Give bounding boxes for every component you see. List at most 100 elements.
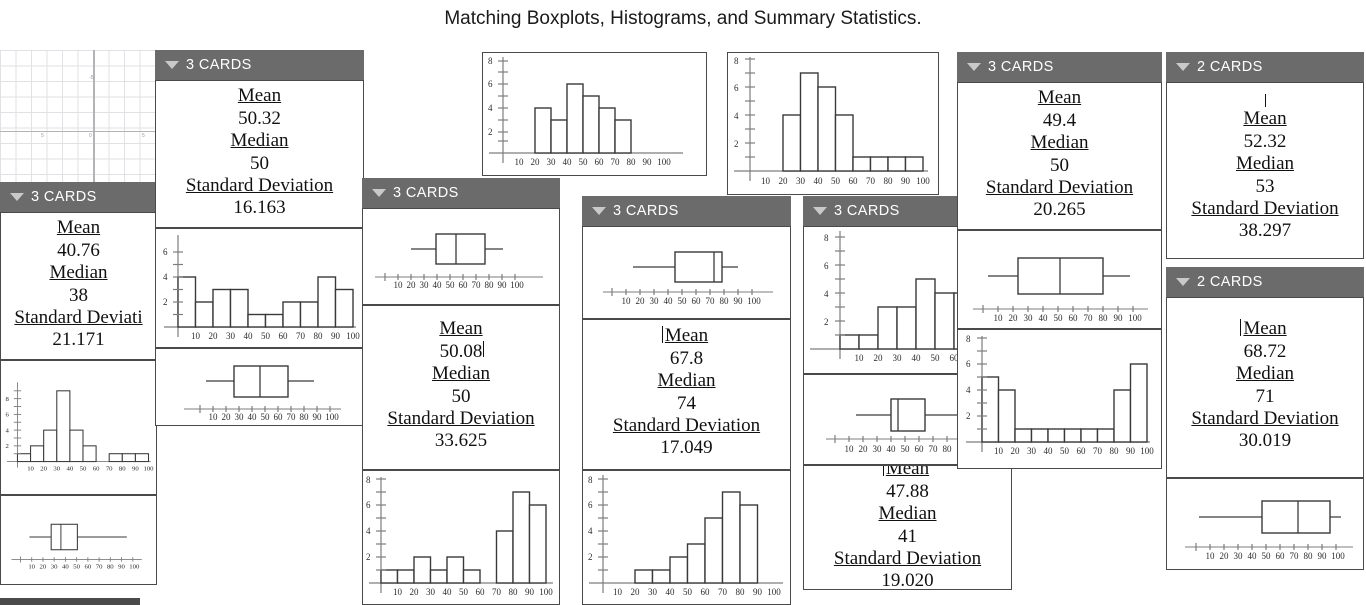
median-value: 50	[451, 385, 471, 407]
card-stack-h-header[interactable]: 2 CARDS	[1166, 267, 1364, 297]
svg-text:70: 70	[296, 331, 306, 341]
summary-stats-card-g[interactable]: Mean 52.32 Median 53 Standard Deviation …	[1166, 82, 1364, 259]
svg-text:8: 8	[824, 233, 829, 243]
chevron-down-icon[interactable]	[967, 63, 981, 71]
histogram-card-b[interactable]: 2 4 6 10 20 30 40 50 60 70 80 90 100	[155, 228, 364, 348]
svg-text:60: 60	[1276, 551, 1286, 561]
svg-text:80: 80	[509, 587, 519, 597]
svg-text:80: 80	[736, 587, 746, 597]
svg-text:4: 4	[488, 103, 493, 113]
chevron-down-icon[interactable]	[1176, 278, 1190, 286]
boxplot-card-a[interactable]: 10 20 30 40 50 60 70 80 90 100	[0, 495, 157, 585]
summary-stats-card-f[interactable]: Mean 49.4 Median 50 Standard Deviation 2…	[957, 82, 1162, 230]
boxplot-card-h[interactable]: 10 20 30 40 50 60 70 80 90 100	[1166, 478, 1364, 570]
summary-stats-card-b[interactable]: Mean 50.32 Median 50 Standard Deviation …	[155, 80, 364, 228]
mean-value: 49.4	[1042, 109, 1077, 131]
card-stack-a[interactable]: 3 CARDS Mean 40.76 Median 38 Standard De…	[0, 182, 157, 585]
chevron-down-icon[interactable]	[165, 61, 179, 69]
svg-text:8: 8	[488, 56, 493, 66]
svg-text:70: 70	[492, 587, 502, 597]
boxplot-card-c[interactable]: 10 20 30 40 50 60 70 80 90 100	[362, 208, 560, 305]
chevron-down-icon[interactable]	[1176, 63, 1190, 71]
card-stack-b-header[interactable]: 3 CARDS	[155, 50, 364, 80]
svg-text:4: 4	[5, 427, 9, 434]
boxplot-card-b[interactable]: 10 20 30 40 50 60 70 80 90 100	[155, 348, 364, 426]
svg-text:20: 20	[40, 563, 47, 570]
svg-text:20: 20	[531, 157, 541, 167]
card-stack-f[interactable]: 3 CARDS Mean 49.4 Median 50 Standard Dev…	[957, 52, 1162, 469]
stdev-label: Standard Deviation	[185, 174, 334, 196]
stdev-value: 20.265	[1033, 199, 1086, 221]
card-stack-h[interactable]: 2 CARDS Mean 68.72 Median 71 Standard De…	[1166, 267, 1364, 570]
chevron-down-icon[interactable]	[372, 189, 386, 197]
median-value: 41	[898, 525, 917, 547]
mean-value: 40.76	[57, 239, 100, 261]
bottom-edge-strip	[0, 598, 140, 605]
svg-text:10: 10	[761, 176, 771, 186]
stdev-label: Standard Deviati	[14, 306, 143, 328]
svg-text:40: 40	[1248, 551, 1258, 561]
svg-text:2: 2	[966, 411, 971, 421]
svg-text:90: 90	[734, 296, 744, 306]
summary-stats-card-d[interactable]: Mean 67.8 Median 74 Standard Deviation 1…	[582, 319, 791, 470]
card-stack-c[interactable]: 3 CARDS 10 20 30 40 50 60 70 80 90 100 M…	[362, 178, 560, 605]
chevron-down-icon[interactable]	[10, 193, 24, 201]
card-stack-c-header[interactable]: 3 CARDS	[362, 178, 560, 208]
histogram-card-top1[interactable]: 2 4 6 8 10 20 30 40 50 60 70 80 90 100	[482, 52, 707, 176]
svg-text:30: 30	[235, 412, 245, 422]
svg-text:4: 4	[966, 385, 971, 395]
svg-text:80: 80	[119, 466, 126, 473]
svg-text:80: 80	[943, 444, 953, 454]
card-count-label: 2 CARDS	[1197, 59, 1263, 75]
svg-text:10: 10	[209, 412, 219, 422]
svg-text:40: 40	[248, 412, 258, 422]
chevron-down-icon[interactable]	[592, 207, 606, 215]
svg-text:20: 20	[209, 331, 219, 341]
card-stack-f-header[interactable]: 3 CARDS	[957, 52, 1162, 82]
svg-text:6: 6	[488, 79, 493, 89]
svg-text:60: 60	[915, 444, 925, 454]
svg-text:8: 8	[5, 396, 9, 403]
histogram-card-top2[interactable]: 2 4 6 8 10 20 30 40 50 60 70 80 90 100	[727, 52, 939, 195]
svg-text:10: 10	[613, 587, 623, 597]
mean-label: Mean	[661, 325, 709, 347]
card-stack-g-header[interactable]: 2 CARDS	[1166, 52, 1364, 82]
median-value: 74	[677, 392, 696, 414]
svg-text:60: 60	[692, 296, 702, 306]
histogram-card-a[interactable]: 2 4 6 8 10 20 30 40 50 60 70 80 90 100	[0, 360, 157, 495]
svg-text:70: 70	[96, 563, 103, 570]
svg-text:60: 60	[1077, 446, 1087, 456]
svg-text:4: 4	[824, 289, 829, 299]
svg-text:50: 50	[579, 157, 589, 167]
card-stack-b[interactable]: 3 CARDS Mean 50.32 Median 50 Standard De…	[155, 50, 364, 426]
grid-label-y-5: -5	[89, 75, 94, 81]
svg-text:40: 40	[912, 353, 922, 363]
median-label: Median	[431, 363, 491, 385]
chevron-down-icon[interactable]	[813, 207, 827, 215]
histogram-card-c[interactable]: 2 4 6 8 10 20 30 40 50 60 70 80 90 100	[362, 470, 560, 605]
histogram-a-svg: 2 4 6 8 10 20 30 40 50 60 70 80 90 100	[5, 382, 154, 473]
summary-stats-card-a[interactable]: Mean 40.76 Median 38 Standard Deviati 21…	[0, 212, 157, 360]
summary-stats-card-h[interactable]: Mean 68.72 Median 71 Standard Deviation …	[1166, 297, 1364, 478]
stdev-value: 21.171	[52, 329, 105, 351]
boxplot-card-d[interactable]: 10 20 30 40 50 60 70 80 90 100	[582, 226, 791, 319]
histogram-card-bottom-extra[interactable]: 2 4 6 8 10 20 30 40 50 60 70 80 90 100	[582, 470, 791, 605]
stdev-label: Standard Deviation	[1191, 197, 1339, 219]
card-stack-a-header[interactable]: 3 CARDS	[0, 182, 157, 212]
stdev-label: Standard Deviation	[1191, 407, 1339, 429]
boxplot-card-f[interactable]: 10 20 30 40 50 60 70 80 90 100	[957, 230, 1162, 329]
svg-text:8: 8	[966, 334, 971, 344]
histogram-c-svg: 2 4 6 8 10 20 30 40 50 60 70 80 90 100	[366, 475, 553, 597]
svg-text:100: 100	[346, 331, 360, 341]
histogram-card-f[interactable]: 2 4 6 8 10 20 30 40 50 60 70 80 90 100	[957, 329, 1162, 469]
summary-stats-card-e[interactable]: Mean 47.88 Median 41 Standard Deviation …	[803, 465, 1012, 590]
card-stack-d-header[interactable]: 3 CARDS	[582, 196, 791, 226]
mean-label: Mean	[882, 466, 929, 481]
svg-text:70: 70	[611, 157, 621, 167]
page-title: Matching Boxplots, Histograms, and Summa…	[444, 8, 922, 29]
svg-text:4: 4	[163, 272, 168, 282]
grid-label-origin: 0	[89, 133, 92, 139]
card-stack-g[interactable]: 2 CARDS Mean 52.32 Median 53 Standard De…	[1166, 52, 1364, 259]
summary-stats-card-c[interactable]: Mean 50.08 Median 50 Standard Deviation …	[362, 305, 560, 470]
svg-text:2: 2	[588, 552, 593, 562]
